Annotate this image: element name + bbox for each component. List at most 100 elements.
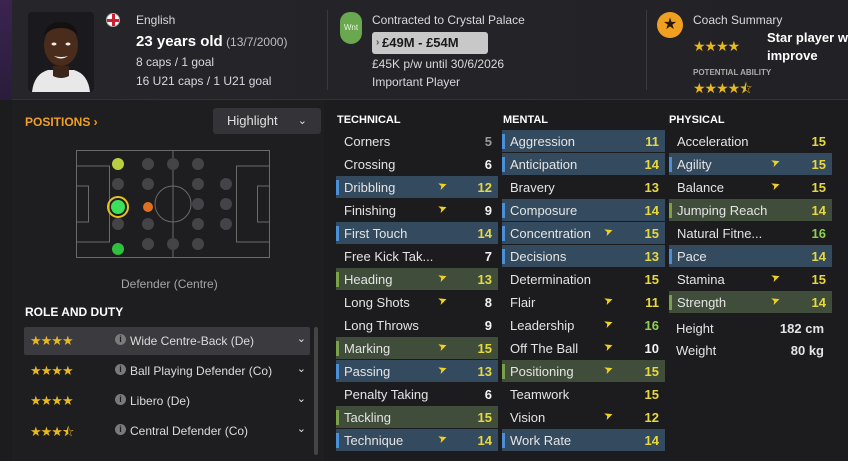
attribute-name: Bravery [510,180,555,195]
info-icon[interactable]: i [115,394,126,405]
role-row[interactable]: ★★★★ i Libero (De) ⌄ [24,387,310,415]
attribute-value: 6 [484,157,492,172]
key-attribute-arrow-icon: ➤ [769,293,783,309]
attribute-value: 11 [645,134,659,149]
chevron-down-icon[interactable]: ⌄ [297,332,306,345]
attribute-name: Crossing [344,157,396,172]
attribute-row[interactable]: Long Throws 9 [336,314,498,336]
coach-summary-line-1: Star player w [767,30,848,45]
attribute-value: 9 [484,318,492,333]
attribute-row[interactable]: Dribbling ➤ 12 [336,176,498,198]
positions-title[interactable]: POSITIONS › [25,115,98,129]
attribute-row[interactable]: Stamina ➤ 15 [669,268,832,290]
player-header: English 23 years old (13/7/2000) 8 caps … [0,0,848,100]
contract-club[interactable]: Contracted to Crystal Palace [372,13,525,27]
role-row[interactable]: ★★★★ i Wide Centre-Back (De) ⌄ [24,327,310,355]
attribute-row[interactable]: Finishing ➤ 9 [336,199,498,221]
attribute-row[interactable]: Strength ➤ 14 [669,291,832,313]
attribute-row[interactable]: Teamwork 15 [502,383,665,405]
attribute-row[interactable]: Tackling 15 [336,406,498,428]
england-flag-icon [106,13,120,27]
coach-star-icon: ★ [657,12,683,38]
attribute-row[interactable]: Flair ➤ 11 [502,291,665,313]
attribute-row[interactable]: Work Rate 14 [502,429,665,451]
attribute-row[interactable]: Positioning ➤ 15 [502,360,665,382]
attribute-value: 14 [811,295,826,310]
attribute-name: Finishing [344,203,397,218]
attribute-name: Strength [669,295,726,310]
info-icon[interactable]: i [115,364,126,375]
attribute-row[interactable]: Jumping Reach 14 [669,199,832,221]
key-attribute-arrow-icon: ➤ [602,316,616,332]
attribute-row[interactable]: Crossing 6 [336,153,498,175]
attribute-name: Vision [510,410,546,425]
attribute-row[interactable]: Off The Ball ➤ 10 [502,337,665,359]
attribute-row[interactable]: Marking ➤ 15 [336,337,498,359]
attribute-value: 10 [644,341,659,356]
chevron-down-icon[interactable]: ⌄ [297,362,306,375]
attribute-value: 12 [477,180,492,195]
attribute-row[interactable]: Aggression 11 [502,130,665,152]
info-icon[interactable]: i [115,334,126,345]
attribute-value: 14 [477,226,492,241]
chevron-down-icon[interactable]: ⌄ [297,422,306,435]
key-attribute-arrow-icon: ➤ [436,270,450,286]
attribute-row[interactable]: Technique ➤ 14 [336,429,498,451]
key-attribute-arrow-icon: ➤ [769,155,783,171]
attribute-value: 15 [477,341,492,356]
role-list-scrollbar[interactable] [314,327,318,455]
attribute-row[interactable]: Composure 14 [502,199,665,221]
attribute-row[interactable]: Balance ➤ 15 [669,176,832,198]
key-attribute-arrow-icon: ➤ [602,339,616,355]
attribute-row[interactable]: Pace 14 [669,245,832,267]
attribute-row[interactable]: Concentration ➤ 15 [502,222,665,244]
transfer-value-button[interactable]: › £49M - £54M [372,32,488,54]
weight-label: Weight [676,343,717,358]
highlight-label: Highlight [227,113,278,128]
attribute-value: 14 [644,157,659,172]
attribute-row[interactable]: Free Kick Tak... 7 [336,245,498,267]
attribute-row[interactable]: Long Shots ➤ 8 [336,291,498,313]
potential-ability-stars: ★★★★⯪ [693,80,752,96]
weight-value: 80 kg [790,343,824,358]
attribute-name: Acceleration [677,134,749,149]
coach-summary-title: Coach Summary [693,13,783,27]
role-row[interactable]: ★★★⯪ i Central Defender (Co) ⌄ [24,417,310,445]
attribute-row[interactable]: First Touch 14 [336,222,498,244]
attribute-value: 9 [484,203,492,218]
attribute-row[interactable]: Penalty Taking 6 [336,383,498,405]
attribute-row[interactable]: Bravery 13 [502,176,665,198]
attribute-value: 11 [645,295,659,310]
attribute-name: Agility [669,157,712,172]
attribute-row[interactable]: Leadership ➤ 16 [502,314,665,336]
attribute-name: Penalty Taking [344,387,429,402]
attribute-value: 15 [644,364,659,379]
attribute-row[interactable]: Passing ➤ 13 [336,360,498,382]
attribute-row[interactable]: Agility ➤ 15 [669,153,832,175]
attribute-name: Marking [336,341,390,356]
club-badge-icon[interactable]: Wnt [340,12,362,44]
attribute-row[interactable]: Acceleration 15 [669,130,832,152]
attribute-name: Balance [677,180,724,195]
attribute-row[interactable]: Natural Fitne... 16 [669,222,832,244]
info-icon[interactable]: i [115,424,126,435]
attribute-name: Free Kick Tak... [344,249,434,264]
coach-summary-line-2: improve [767,48,818,63]
attribute-row[interactable]: Vision ➤ 12 [502,406,665,428]
attribute-name: Jumping Reach [669,203,767,218]
attribute-row[interactable]: Heading ➤ 13 [336,268,498,290]
attribute-row[interactable]: Corners 5 [336,130,498,152]
key-attribute-arrow-icon: ➤ [769,270,783,286]
key-attribute-arrow-icon: ➤ [602,408,616,424]
highlight-dropdown[interactable]: Highlight ⌄ [213,108,321,134]
chevron-right-icon: › [376,37,380,48]
chevron-down-icon[interactable]: ⌄ [297,392,306,405]
attribute-name: Passing [336,364,390,379]
technical-title: TECHNICAL [337,114,401,126]
attribute-row[interactable]: Determination 15 [502,268,665,290]
attribute-value: 6 [484,387,492,402]
attribute-row[interactable]: Anticipation 14 [502,153,665,175]
attribute-row[interactable]: Decisions 13 [502,245,665,267]
key-attribute-arrow-icon: ➤ [436,362,450,378]
role-row[interactable]: ★★★★ i Ball Playing Defender (Co) ⌄ [24,357,310,385]
